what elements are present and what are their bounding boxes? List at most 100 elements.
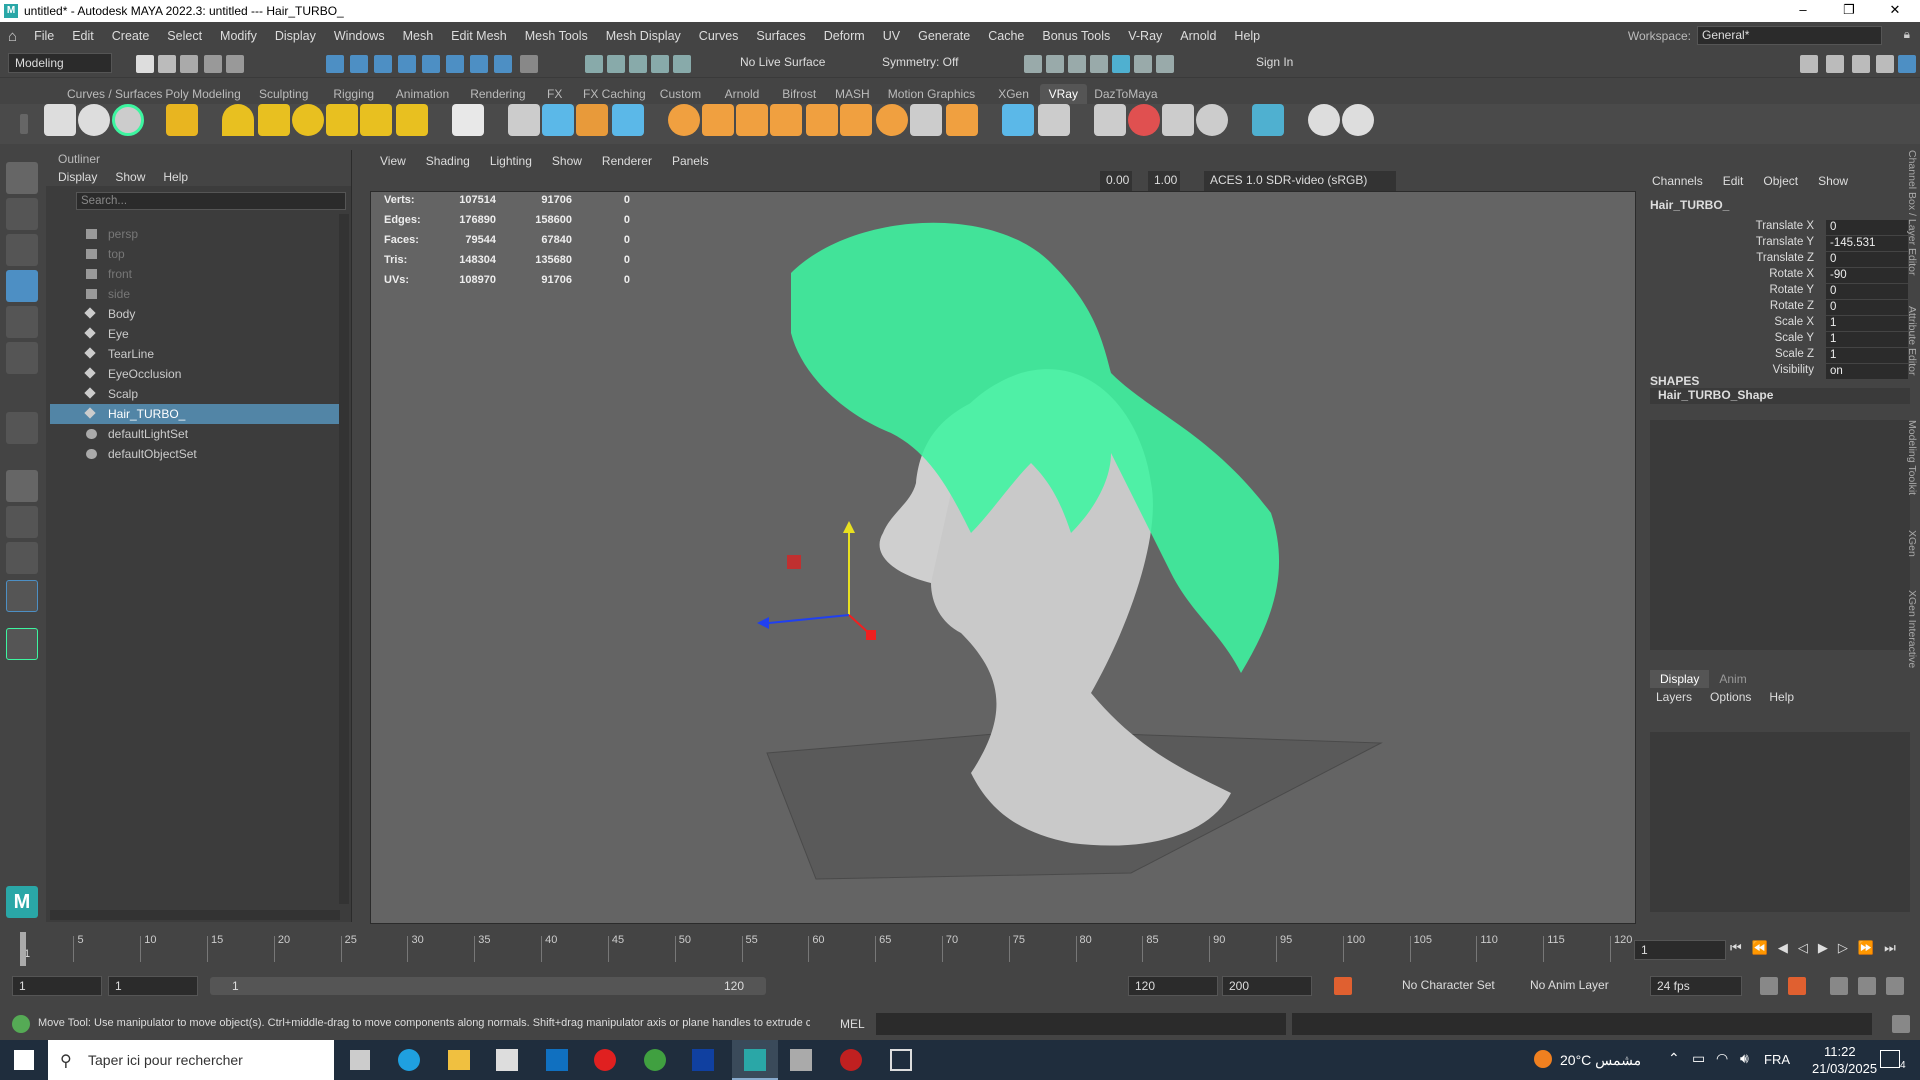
channel-scale-y[interactable]: Scale Y 1 (1640, 332, 1920, 348)
channel-box-icon[interactable] (1898, 55, 1916, 73)
anim-layer-select[interactable]: No Anim Layer (1524, 976, 1634, 996)
rotate-tool-icon[interactable] (6, 306, 38, 338)
vray-render-icon[interactable] (112, 104, 144, 136)
vray-chaos-icon[interactable] (1196, 104, 1228, 136)
vray-spot-light-icon[interactable] (258, 104, 290, 136)
channel-value-field[interactable]: 1 (1826, 316, 1908, 331)
shelf-tab-fx[interactable]: FX (538, 84, 571, 104)
last-tool-icon[interactable] (6, 412, 38, 444)
ipr-icon[interactable] (651, 55, 669, 73)
step-forward-key-icon[interactable]: ⏩ (1858, 940, 1874, 956)
close-button[interactable]: ✕ (1872, 0, 1918, 22)
language-indicator[interactable]: FRA (1764, 1052, 1790, 1067)
channel-box-menu-channels[interactable]: Channels (1652, 174, 1703, 188)
viewport-menu-renderer[interactable]: Renderer (592, 152, 662, 170)
channel-value-field[interactable]: 1 (1826, 348, 1908, 363)
shelf-tab-daztomaya[interactable]: DazToMaya (1085, 84, 1166, 104)
loop-icon[interactable] (1760, 977, 1778, 995)
layer-tab-anim[interactable]: Anim (1709, 670, 1756, 688)
side-tab-attribute-editor[interactable]: Attribute Editor (1906, 306, 1918, 375)
workspace-select[interactable]: General* (1697, 26, 1882, 45)
channel-value-field[interactable]: 0 (1826, 300, 1908, 315)
preferences-icon[interactable] (1886, 977, 1904, 995)
outliner-item-persp[interactable]: persp (50, 224, 346, 244)
menu-help[interactable]: Help (1225, 29, 1269, 43)
vray-mesh-light-icon[interactable] (326, 104, 358, 136)
home-icon[interactable]: ⌂ (8, 28, 17, 45)
render-icon[interactable] (673, 55, 691, 73)
chrome-icon[interactable] (644, 1049, 666, 1071)
app-icon[interactable] (790, 1049, 812, 1071)
menu-surfaces[interactable]: Surfaces (747, 29, 814, 43)
channel-rotate-y[interactable]: Rotate Y 0 (1640, 284, 1920, 300)
current-frame-field[interactable]: 1 (1634, 940, 1726, 960)
pause-viewport-icon[interactable] (1156, 55, 1174, 73)
vray-plane-icon[interactable] (452, 104, 484, 136)
redo-icon[interactable] (226, 55, 244, 73)
outliner-layout-icon[interactable] (6, 580, 38, 612)
layer-menu-help[interactable]: Help (1769, 690, 1794, 704)
shelf-tab-animation[interactable]: Animation (387, 84, 458, 104)
notification-icon[interactable] (1880, 1050, 1900, 1068)
opera-icon[interactable] (594, 1049, 616, 1071)
live-surface-field[interactable]: No Live Surface (734, 53, 849, 73)
vray-render-element-icon[interactable] (702, 104, 734, 136)
step-back-frame-icon[interactable]: ◀︎ (1778, 940, 1788, 956)
color-space-select[interactable]: ACES 1.0 SDR-video (sRGB) (1204, 171, 1396, 191)
menu-modify[interactable]: Modify (211, 29, 266, 43)
menu-mesh-display[interactable]: Mesh Display (597, 29, 690, 43)
outliner-item-eyeocclusion[interactable]: EyeOcclusion (50, 364, 346, 384)
maya-taskbar-item[interactable] (732, 1040, 778, 1080)
outliner-item-tearline[interactable]: TearLine (50, 344, 346, 364)
attribute-editor-icon[interactable] (1852, 55, 1870, 73)
outliner-item-front[interactable]: front (50, 264, 346, 284)
current-time-indicator[interactable] (20, 932, 26, 966)
clock-time[interactable]: 11:22 (1824, 1044, 1856, 1059)
vray-dome-light-icon[interactable] (222, 104, 254, 136)
vray-env-fog-icon[interactable] (946, 104, 978, 136)
render-view-icon[interactable] (1024, 55, 1042, 73)
viewport-menu-panels[interactable]: Panels (662, 152, 719, 170)
layer-tab-display[interactable]: Display (1650, 670, 1710, 688)
shape-name[interactable]: Hair_TURBO_Shape (1650, 388, 1910, 404)
new-scene-icon[interactable] (136, 55, 154, 73)
outliner-hscrollbar[interactable] (50, 910, 340, 920)
file-explorer-icon[interactable] (448, 1050, 470, 1070)
search-icon[interactable] (6, 628, 38, 660)
menu-cache[interactable]: Cache (979, 29, 1033, 43)
outliner-persp-icon[interactable] (6, 542, 38, 574)
channel-value-field[interactable]: 1 (1826, 332, 1908, 347)
open-scene-icon[interactable] (158, 55, 176, 73)
playback-start-field[interactable]: 1 (108, 976, 198, 996)
menu-v-ray[interactable]: V-Ray (1119, 29, 1171, 43)
acrobat-icon[interactable] (840, 1049, 862, 1071)
go-to-start-icon[interactable]: ⏮ (1730, 940, 1742, 956)
snap-curve-icon[interactable] (422, 55, 440, 73)
menu-edit[interactable]: Edit (63, 29, 103, 43)
construction-history-icon[interactable] (607, 55, 625, 73)
menu-uv[interactable]: UV (874, 29, 909, 43)
move-tool-settings-icon[interactable] (1826, 55, 1844, 73)
channel-box-menu-show[interactable]: Show (1818, 174, 1848, 188)
vray-sun-icon[interactable] (396, 104, 428, 136)
channel-rotate-x[interactable]: Rotate X -90 (1640, 268, 1920, 284)
outliner-item-body[interactable]: Body (50, 304, 346, 324)
menu-file[interactable]: File (25, 29, 63, 43)
side-tab-modeling-toolkit[interactable]: Modeling Toolkit (1906, 420, 1918, 495)
playback-end-field[interactable]: 120 (1128, 976, 1218, 996)
outliner-item-defaultobjectset[interactable]: defaultObjectSet (50, 444, 346, 464)
light-editor-icon[interactable] (1134, 55, 1152, 73)
outliner-menu-help[interactable]: Help (163, 168, 188, 186)
clock-date[interactable]: 21/03/2025 (1812, 1061, 1877, 1076)
script-editor-icon[interactable] (1892, 1015, 1910, 1033)
anim-end-field[interactable]: 200 (1222, 976, 1312, 996)
channel-value-field[interactable]: -145.531 (1826, 236, 1908, 251)
vray-help-icon[interactable] (1342, 104, 1374, 136)
tray-chevron-icon[interactable]: ⌃ (1668, 1050, 1680, 1067)
outlook-icon[interactable] (546, 1049, 568, 1071)
outliner-menu-show[interactable]: Show (115, 168, 145, 186)
menu-arnold[interactable]: Arnold (1171, 29, 1225, 43)
weather-text[interactable]: 20°C مشمس (1560, 1052, 1641, 1069)
menu-windows[interactable]: Windows (325, 29, 394, 43)
store-icon[interactable] (496, 1049, 518, 1071)
